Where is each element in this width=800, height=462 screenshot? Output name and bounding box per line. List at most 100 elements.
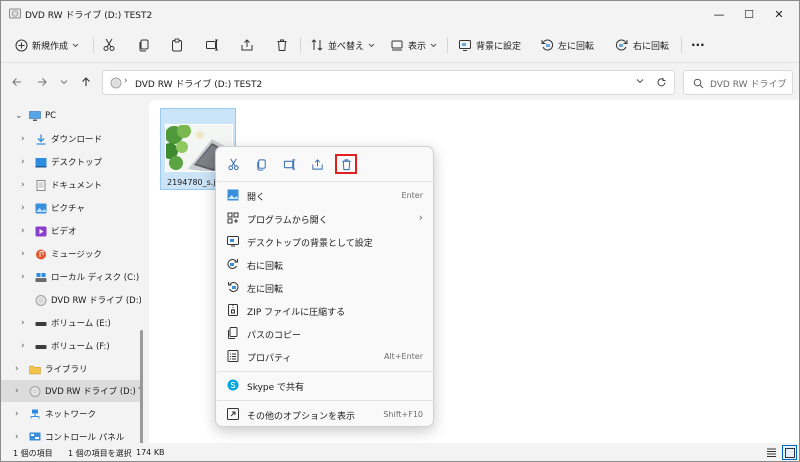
chevron-right-icon[interactable]: ›	[21, 249, 25, 259]
chevron-right-icon[interactable]: ›	[21, 157, 25, 167]
menu-item-rotate-left[interactable]: 左に回転	[222, 276, 429, 299]
context-copy-button[interactable]	[250, 154, 272, 174]
copy-icon	[256, 158, 266, 171]
tree-item-dvd[interactable]: DVD RW ドライブ (D:) TE	[1, 289, 141, 311]
rename-icon	[283, 158, 295, 170]
rotate-right-icon	[227, 259, 238, 269]
maximize-button[interactable]: ☐	[734, 1, 764, 27]
chevron-right-icon[interactable]: ›	[15, 364, 19, 374]
menu-item-open-with[interactable]: プログラムから開く ›	[222, 207, 429, 230]
tree-item-library[interactable]: › ライブラリ	[1, 358, 141, 380]
address-bar[interactable]: › DVD RW ドライブ (D:) TEST2	[102, 70, 675, 95]
set-background-button[interactable]: 背景に設定	[458, 35, 521, 55]
tree-item-label: ボリューム (E:)	[51, 319, 111, 329]
context-delete-button[interactable]	[335, 154, 357, 174]
tree-item-pc[interactable]: ⌄ PC	[1, 105, 141, 127]
title-bar: DVD RW ドライブ (D:) TEST2 — ☐ ✕	[1, 1, 799, 27]
tree-item-pictures[interactable]: › ピクチャ	[1, 197, 141, 219]
chevron-right-icon[interactable]: ›	[15, 409, 19, 419]
rotate-left-button[interactable]: 左に回転	[540, 35, 594, 55]
view-button[interactable]: 表示	[390, 35, 437, 55]
menu-item-more-options[interactable]: その他のオプションを表示 Shift+F10	[222, 403, 429, 426]
rename-button[interactable]	[205, 35, 219, 55]
minimize-button[interactable]: —	[704, 1, 734, 27]
dvd-drive-icon	[9, 8, 21, 19]
sort-button[interactable]: 並べ替え	[310, 35, 375, 55]
skype-icon	[227, 379, 239, 391]
scissors-icon	[103, 38, 115, 51]
menu-item-properties[interactable]: プロパティ Alt+Enter	[222, 345, 429, 368]
volume-icon	[35, 344, 47, 349]
paste-button[interactable]	[170, 35, 184, 55]
menu-item-rotate-right[interactable]: 右に回転	[222, 253, 429, 276]
tree-item-desktop[interactable]: › デスクトップ	[1, 151, 141, 173]
tree-item-videos[interactable]: › ビデオ	[1, 220, 141, 242]
tree-item-music[interactable]: › ミュージック	[1, 243, 141, 265]
tree-item-documents[interactable]: › ドキュメント	[1, 174, 141, 196]
wallpaper-icon	[227, 236, 239, 247]
new-label: 新規作成	[32, 41, 69, 52]
chevron-right-icon[interactable]: ›	[21, 180, 25, 190]
tree-item-network[interactable]: › ネットワーク	[1, 403, 141, 425]
chevron-right-icon[interactable]: ›	[15, 386, 19, 396]
search-box[interactable]: DVD RW ドライブ (D...	[683, 70, 793, 95]
pictures-icon	[35, 203, 47, 213]
menu-item-label: Skype で共有	[247, 383, 305, 393]
up-button[interactable]	[78, 74, 94, 90]
plus-circle-icon	[15, 39, 28, 51]
chevron-right-icon[interactable]: ›	[21, 134, 25, 144]
menu-item-shortcut: Shift+F10	[383, 410, 423, 419]
context-share-button[interactable]	[306, 154, 328, 174]
cut-button[interactable]	[102, 35, 116, 55]
set-background-label: 背景に設定	[476, 41, 522, 52]
tree-item-label: DVD RW ドライブ (D:) TES	[45, 387, 141, 397]
forward-button[interactable]	[34, 74, 50, 90]
menu-item-copy-path[interactable]: パスのコピー	[222, 322, 429, 345]
tree-item-dvd-selected[interactable]: › DVD RW ドライブ (D:) TES	[1, 380, 141, 402]
new-button[interactable]: 新規作成	[15, 35, 79, 55]
rotate-left-icon	[228, 282, 239, 292]
tree-item-download[interactable]: › ダウンロード	[1, 128, 141, 150]
tree-item-volume-e[interactable]: › ボリューム (E:)	[1, 312, 141, 334]
rotate-right-icon	[616, 39, 628, 51]
share-icon	[311, 158, 323, 170]
chevron-down-icon[interactable]	[636, 78, 644, 84]
control-panel-icon	[29, 432, 41, 440]
tree-item-local-disk[interactable]: › ローカル ディスク (C:)	[1, 266, 141, 288]
more-options-button[interactable]: ···	[691, 35, 705, 55]
chevron-right-icon[interactable]: ›	[21, 272, 25, 282]
tree-item-label: ライブラリ	[45, 365, 88, 375]
volume-icon	[35, 321, 47, 326]
clipboard-icon	[172, 38, 182, 52]
close-button[interactable]: ✕	[764, 1, 794, 27]
file-explorer-window: DVD RW ドライブ (D:) TEST2 — ☐ ✕ 新規作成 並べ替え 表…	[0, 0, 800, 462]
chevron-right-icon[interactable]: ›	[21, 318, 25, 328]
menu-item-compress-zip[interactable]: ZIP ファイルに圧縮する	[222, 299, 429, 322]
view-icon	[391, 40, 403, 51]
scissors-icon	[227, 158, 239, 170]
menu-item-set-wallpaper[interactable]: デスクトップの背景として設定	[222, 230, 429, 253]
menu-item-skype-share[interactable]: Skype で共有	[222, 374, 429, 397]
breadcrumb[interactable]: DVD RW ドライブ (D:) TEST2	[135, 77, 262, 90]
back-button[interactable]	[9, 74, 25, 90]
copy-button[interactable]	[137, 35, 151, 55]
large-icons-view-button[interactable]	[782, 445, 797, 460]
tree-item-volume-f[interactable]: › ボリューム (F:)	[1, 335, 141, 357]
chevron-right-icon[interactable]: ›	[21, 226, 25, 236]
chevron-right-icon[interactable]: ›	[21, 341, 25, 351]
menu-item-open[interactable]: 開く Enter	[222, 184, 429, 207]
share-button[interactable]	[240, 35, 254, 55]
refresh-icon[interactable]	[656, 77, 667, 88]
chevron-down-icon[interactable]: ⌄	[15, 111, 23, 121]
properties-icon	[227, 350, 239, 362]
delete-button[interactable]	[275, 35, 289, 55]
chevron-right-icon[interactable]: ›	[21, 203, 25, 213]
search-input[interactable]: DVD RW ドライブ (D...	[710, 77, 790, 90]
context-rename-button[interactable]	[278, 154, 300, 174]
recent-locations-button[interactable]	[56, 74, 72, 90]
chevron-right-icon[interactable]: ›	[15, 432, 19, 442]
tree-item-label: ローカル ディスク (C:)	[51, 273, 140, 283]
details-view-icon[interactable]	[766, 447, 777, 458]
rotate-right-button[interactable]: 右に回転	[615, 35, 669, 55]
context-cut-button[interactable]	[222, 154, 244, 174]
